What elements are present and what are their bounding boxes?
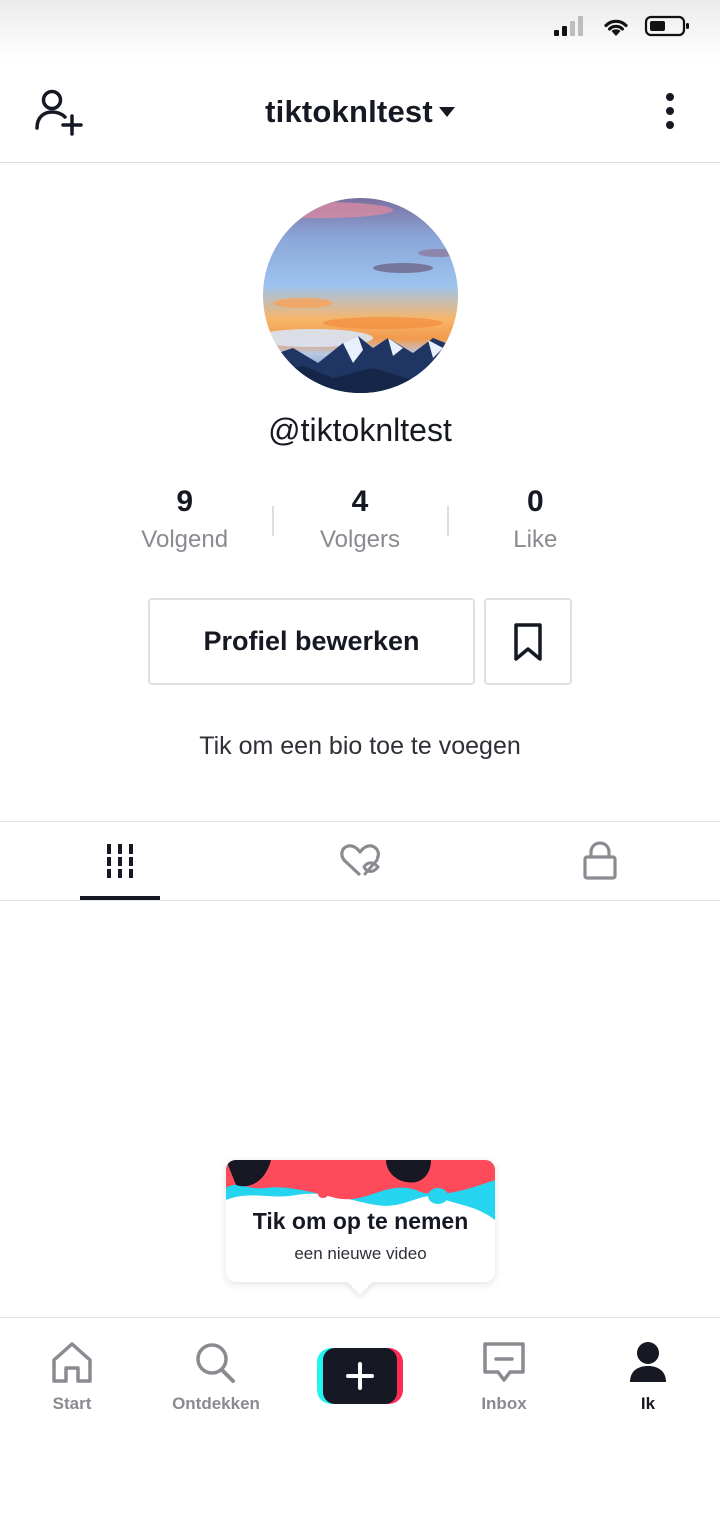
inbox-icon	[483, 1342, 525, 1382]
record-tooltip[interactable]: Tik om op te nemen een nieuwe video	[226, 1160, 495, 1295]
favorites-button[interactable]	[484, 598, 572, 685]
plus-icon	[346, 1362, 374, 1390]
lock-icon	[583, 841, 617, 880]
avatar[interactable]	[263, 198, 458, 393]
profile-stats: 9 Volgend 4 Volgers 0 Like	[97, 484, 623, 564]
battery-icon	[644, 15, 689, 37]
create-button-face	[323, 1348, 397, 1404]
grid-icon	[107, 844, 133, 878]
profile-handle: @tiktoknltest	[268, 412, 452, 448]
home-icon	[52, 1342, 92, 1383]
account-switcher[interactable]: tiktoknltest	[0, 94, 720, 130]
stat-divider	[447, 506, 449, 536]
nav-me[interactable]: Ik	[576, 1338, 720, 1414]
stat-divider	[272, 506, 274, 536]
nav-inbox[interactable]: Inbox	[432, 1338, 576, 1414]
status-icons	[552, 14, 692, 38]
profile-header: tiktoknltest	[0, 60, 720, 163]
stat-likes[interactable]: 0 Like	[448, 484, 623, 564]
tooltip-title: Tik om op te nemen	[252, 1208, 469, 1234]
stat-label: Volgend	[141, 526, 229, 553]
search-icon	[196, 1343, 235, 1383]
bio-prompt[interactable]: Tik om een bio toe te voegen	[0, 732, 720, 761]
hidden-likes-icon	[340, 844, 380, 877]
stat-label: Like	[513, 526, 558, 553]
tooltip-subtitle: een nieuwe video	[294, 1244, 427, 1263]
stat-followers[interactable]: 4 Volgers	[272, 484, 447, 564]
bookmark-icon	[514, 622, 542, 661]
tab-videos[interactable]	[0, 822, 240, 900]
profile-icon	[630, 1342, 666, 1382]
stat-label: Volgers	[319, 526, 401, 553]
tab-liked[interactable]	[240, 822, 480, 900]
nav-home[interactable]: Start	[0, 1338, 144, 1414]
nav-discover[interactable]: Ontdekken	[144, 1338, 288, 1414]
tooltip-pointer	[347, 1269, 373, 1295]
stat-value: 9	[176, 485, 193, 518]
content-tabs	[0, 821, 720, 901]
page-title: tiktoknltest	[265, 94, 433, 129]
avatar-image	[263, 198, 458, 393]
signal-icon	[554, 16, 583, 36]
more-vertical-icon	[666, 93, 674, 129]
nav-label: Inbox	[481, 1394, 527, 1413]
stat-value: 4	[351, 485, 369, 518]
caret-down-icon	[438, 107, 455, 117]
stat-value: 0	[526, 485, 544, 518]
active-tab-indicator	[80, 896, 160, 900]
tab-private[interactable]	[480, 822, 720, 900]
wifi-icon	[604, 19, 628, 36]
more-button[interactable]	[662, 92, 678, 132]
nav-label: Ik	[640, 1394, 656, 1413]
edit-profile-button[interactable]: Profiel bewerken	[148, 598, 475, 685]
create-video-button[interactable]	[317, 1348, 403, 1404]
nav-label: Start	[52, 1394, 92, 1413]
status-bar	[0, 0, 720, 60]
stat-following[interactable]: 9 Volgend	[97, 484, 272, 564]
nav-label: Ontdekken	[172, 1394, 260, 1413]
